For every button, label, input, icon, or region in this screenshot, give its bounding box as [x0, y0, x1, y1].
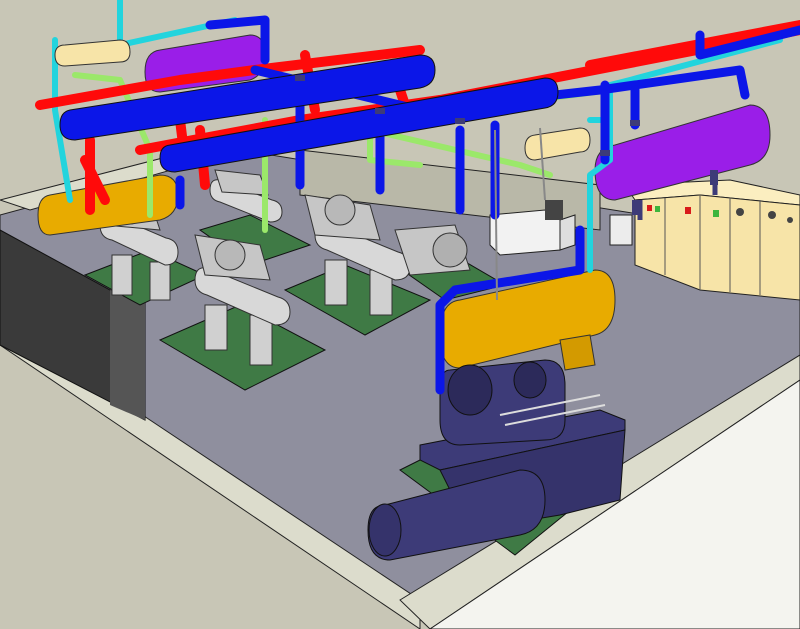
scene-canvas [0, 0, 800, 629]
panel-gauge-3 [787, 217, 793, 223]
panel-indicator-green-2 [713, 210, 719, 217]
panel-indicator-red-1 [647, 205, 652, 211]
cream-header-right [524, 127, 591, 161]
plant-room-scene [0, 0, 800, 629]
left-black-wall-side [110, 290, 145, 420]
panel-gauge-1 [736, 208, 744, 216]
panel-gauge-2 [768, 211, 776, 219]
panel-indicator-red-2 [685, 207, 691, 214]
panel-indicator-green-1 [655, 206, 660, 212]
cream-header [54, 39, 131, 67]
